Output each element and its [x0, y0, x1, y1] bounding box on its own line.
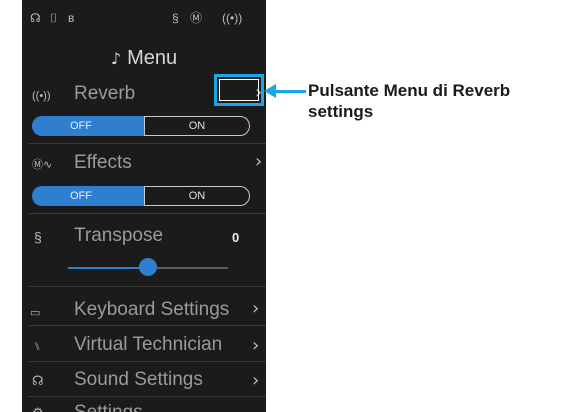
divider	[28, 396, 266, 397]
sound-settings-label[interactable]: Sound Settings	[74, 368, 203, 392]
effects-settings-button[interactable]: ›	[255, 151, 262, 173]
virtual-technician-icon: ⑊	[34, 341, 41, 353]
keyboard-settings-chevron[interactable]: ›	[252, 298, 259, 320]
usb-icon: ⌷	[50, 11, 58, 25]
sound-settings-chevron[interactable]: ›	[252, 370, 259, 392]
divider	[28, 213, 266, 214]
reverb-toggle[interactable]: OFF ON	[32, 116, 250, 136]
music-note-icon: ♪	[110, 49, 122, 68]
divider	[28, 143, 266, 144]
divider	[28, 286, 266, 287]
effects-label: Effects	[74, 152, 132, 173]
effects-toggle-on[interactable]: ON	[144, 186, 250, 206]
divider	[28, 325, 266, 326]
reverb-label: Reverb	[74, 83, 136, 104]
transpose-slider-fill	[68, 267, 148, 269]
callout-label: Pulsante Menu di Reverb settings	[308, 81, 511, 121]
transpose-icon: §	[172, 11, 179, 25]
virtual-technician-label[interactable]: Virtual Technician	[74, 333, 222, 357]
keyboard-icon: ▭	[30, 307, 41, 319]
divider	[28, 361, 266, 362]
headphones-icon: ☊	[30, 11, 41, 25]
callout-arrow-line	[274, 90, 306, 93]
transpose-value: 0	[232, 230, 240, 245]
reverb-icon: ((•))	[32, 90, 51, 102]
reverb-toggle-off[interactable]: OFF	[32, 116, 144, 136]
effects-toggle-off[interactable]: OFF	[32, 186, 144, 206]
reverb-button-highlight-inner	[219, 79, 259, 101]
transpose-icon: §	[34, 229, 42, 245]
reverb-icon: ((•))	[222, 11, 243, 25]
piano-app-screen: ☊ ⌷ ʙ § Ⓜ ((•)) ♪ Menu ((•)) Reverb › OFF…	[22, 0, 266, 412]
status-bar: ☊ ⌷ ʙ § Ⓜ ((•))	[22, 0, 266, 40]
gear-icon: ⚙	[32, 406, 44, 412]
transpose-slider-handle[interactable]	[139, 258, 157, 276]
menu-title: ♪ Menu	[22, 44, 266, 72]
transpose-label: Transpose	[74, 225, 164, 246]
menu-title-label: Menu	[127, 47, 178, 69]
effects-icon: Ⓜ∿	[32, 159, 53, 171]
reverb-toggle-on[interactable]: ON	[144, 116, 250, 136]
headphones-icon: ☊	[32, 373, 44, 388]
effects-toggle[interactable]: OFF ON	[32, 186, 250, 206]
keyboard-settings-label[interactable]: Keyboard Settings	[74, 298, 229, 322]
virtual-technician-chevron[interactable]: ›	[252, 335, 259, 357]
effects-icon: Ⓜ	[190, 11, 203, 25]
bluetooth-icon: ʙ	[68, 11, 75, 25]
settings-label[interactable]: Settings	[74, 401, 143, 412]
